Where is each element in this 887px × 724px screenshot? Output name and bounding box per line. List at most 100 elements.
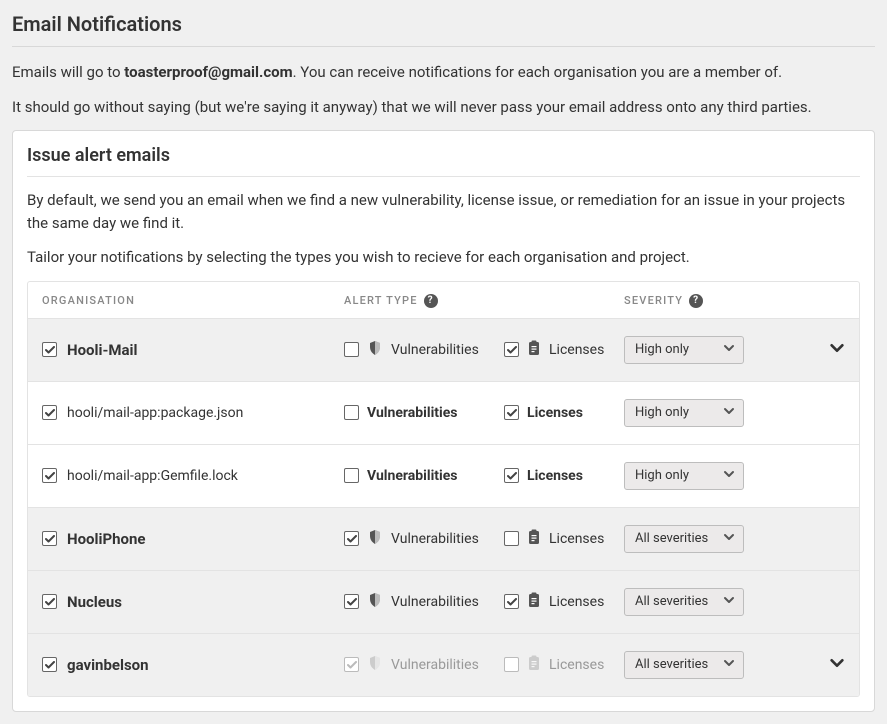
shield-icon	[367, 529, 383, 549]
lic-cell: Licenses	[504, 468, 624, 484]
severity-value: All severities	[635, 657, 708, 672]
intro-email: toasterproof@gmail.com	[124, 63, 292, 81]
lic-label: Licenses	[549, 531, 604, 547]
help-icon[interactable]: ?	[689, 294, 703, 308]
table-row: Nucleus Vulnerabilities Licenses All severi…	[28, 570, 859, 633]
vuln-checkbox[interactable]	[344, 405, 359, 420]
clipboard-icon	[527, 655, 541, 675]
row-checkbox[interactable]	[42, 594, 57, 609]
header-severity: SEVERITY ?	[624, 294, 845, 308]
lic-label: Licenses	[527, 468, 583, 484]
org-name: Hooli-Mail	[67, 341, 137, 359]
alert-cell: Vulnerabilities Licenses	[344, 529, 624, 549]
severity-select[interactable]: All severities	[624, 588, 744, 616]
lic-checkbox[interactable]	[504, 468, 519, 483]
severity-select[interactable]: All severities	[624, 651, 744, 679]
lic-cell: Licenses	[504, 655, 624, 675]
vuln-label: Vulnerabilities	[367, 405, 458, 421]
lic-label: Licenses	[549, 594, 604, 610]
lic-cell: Licenses	[504, 592, 624, 612]
severity-select[interactable]: High only	[624, 462, 744, 490]
severity-select[interactable]: All severities	[624, 525, 744, 553]
lic-checkbox[interactable]	[504, 594, 519, 609]
vuln-checkbox[interactable]	[344, 468, 359, 483]
expand-cell	[813, 340, 845, 360]
vuln-checkbox[interactable]	[344, 342, 359, 357]
vuln-label: Vulnerabilities	[391, 657, 479, 673]
vuln-label: Vulnerabilities	[391, 594, 479, 610]
table-row: Hooli-Mail Vulnerabilities Licenses High on…	[28, 318, 859, 381]
lic-label: Licenses	[549, 342, 604, 358]
severity-cell: All severities	[624, 651, 813, 679]
intro-prefix: Emails will go to	[12, 63, 124, 81]
clipboard-icon	[527, 592, 541, 612]
row-checkbox[interactable]	[42, 657, 57, 672]
vuln-cell: Vulnerabilities	[344, 655, 504, 675]
chevron-down-icon	[713, 531, 735, 547]
severity-value: High only	[635, 468, 689, 483]
privacy-text: It should go without saying (but we're s…	[12, 96, 875, 119]
chevron-down-icon	[713, 468, 735, 484]
vuln-label: Vulnerabilities	[391, 531, 479, 547]
table-row: hooli/mail-app:package.json Vulnerabiliti…	[28, 381, 859, 444]
severity-value: All severities	[635, 531, 708, 546]
panel-desc-2: Tailor your notifications by selecting t…	[27, 246, 860, 269]
vuln-cell: Vulnerabilities	[344, 592, 504, 612]
alert-cell: Vulnerabilities Licenses	[344, 655, 624, 675]
header-sev-label: SEVERITY	[624, 294, 683, 307]
vuln-label: Vulnerabilities	[391, 342, 479, 358]
severity-select[interactable]: High only	[624, 336, 744, 364]
project-name: hooli/mail-app:Gemfile.lock	[67, 468, 238, 484]
chevron-down-icon	[713, 405, 735, 421]
expand-cell	[813, 655, 845, 675]
row-checkbox[interactable]	[42, 342, 57, 357]
expand-toggle[interactable]	[829, 340, 845, 360]
notifications-table: ORGANISATION ALERT TYPE ? SEVERITY ? Hoo…	[27, 281, 860, 697]
severity-cell: High only	[624, 336, 813, 364]
severity-value: All severities	[635, 594, 708, 609]
lic-checkbox[interactable]	[504, 531, 519, 546]
org-name: HooliPhone	[67, 530, 146, 548]
row-checkbox[interactable]	[42, 405, 57, 420]
org-cell: hooli/mail-app:Gemfile.lock	[42, 468, 344, 484]
row-checkbox[interactable]	[42, 468, 57, 483]
vuln-cell: Vulnerabilities	[344, 468, 504, 484]
severity-select[interactable]: High only	[624, 399, 744, 427]
project-name: hooli/mail-app:package.json	[67, 405, 243, 421]
clipboard-icon	[527, 340, 541, 360]
expand-toggle[interactable]	[829, 655, 845, 675]
vuln-checkbox	[344, 657, 359, 672]
alert-cell: Vulnerabilities Licenses	[344, 405, 624, 421]
intro-email-line: Emails will go to toasterproof@gmail.com…	[12, 61, 875, 84]
lic-label: Licenses	[549, 657, 604, 673]
header-alert-label: ALERT TYPE	[344, 294, 418, 307]
page-title: Email Notifications	[12, 12, 875, 47]
lic-cell: Licenses	[504, 340, 624, 360]
severity-cell: High only	[624, 399, 813, 427]
header-alert-type: ALERT TYPE ?	[344, 294, 624, 308]
clipboard-icon	[527, 529, 541, 549]
chevron-down-icon	[713, 342, 735, 358]
org-cell: Nucleus	[42, 593, 344, 611]
table-row: gavinbelson Vulnerabilities Licenses All se…	[28, 633, 859, 696]
lic-checkbox[interactable]	[504, 405, 519, 420]
vuln-checkbox[interactable]	[344, 531, 359, 546]
vuln-label: Vulnerabilities	[367, 468, 458, 484]
severity-value: High only	[635, 342, 689, 357]
lic-checkbox[interactable]	[504, 342, 519, 357]
lic-cell: Licenses	[504, 405, 624, 421]
lic-label: Licenses	[527, 405, 583, 421]
alert-cell: Vulnerabilities Licenses	[344, 340, 624, 360]
org-name: gavinbelson	[67, 656, 149, 674]
shield-icon	[367, 655, 383, 675]
row-checkbox[interactable]	[42, 531, 57, 546]
chevron-down-icon	[713, 594, 735, 610]
lic-checkbox	[504, 657, 519, 672]
vuln-checkbox[interactable]	[344, 594, 359, 609]
severity-value: High only	[635, 405, 689, 420]
org-cell: Hooli-Mail	[42, 341, 344, 359]
help-icon[interactable]: ?	[424, 294, 438, 308]
header-organisation: ORGANISATION	[42, 294, 344, 307]
vuln-cell: Vulnerabilities	[344, 405, 504, 421]
org-cell: HooliPhone	[42, 530, 344, 548]
